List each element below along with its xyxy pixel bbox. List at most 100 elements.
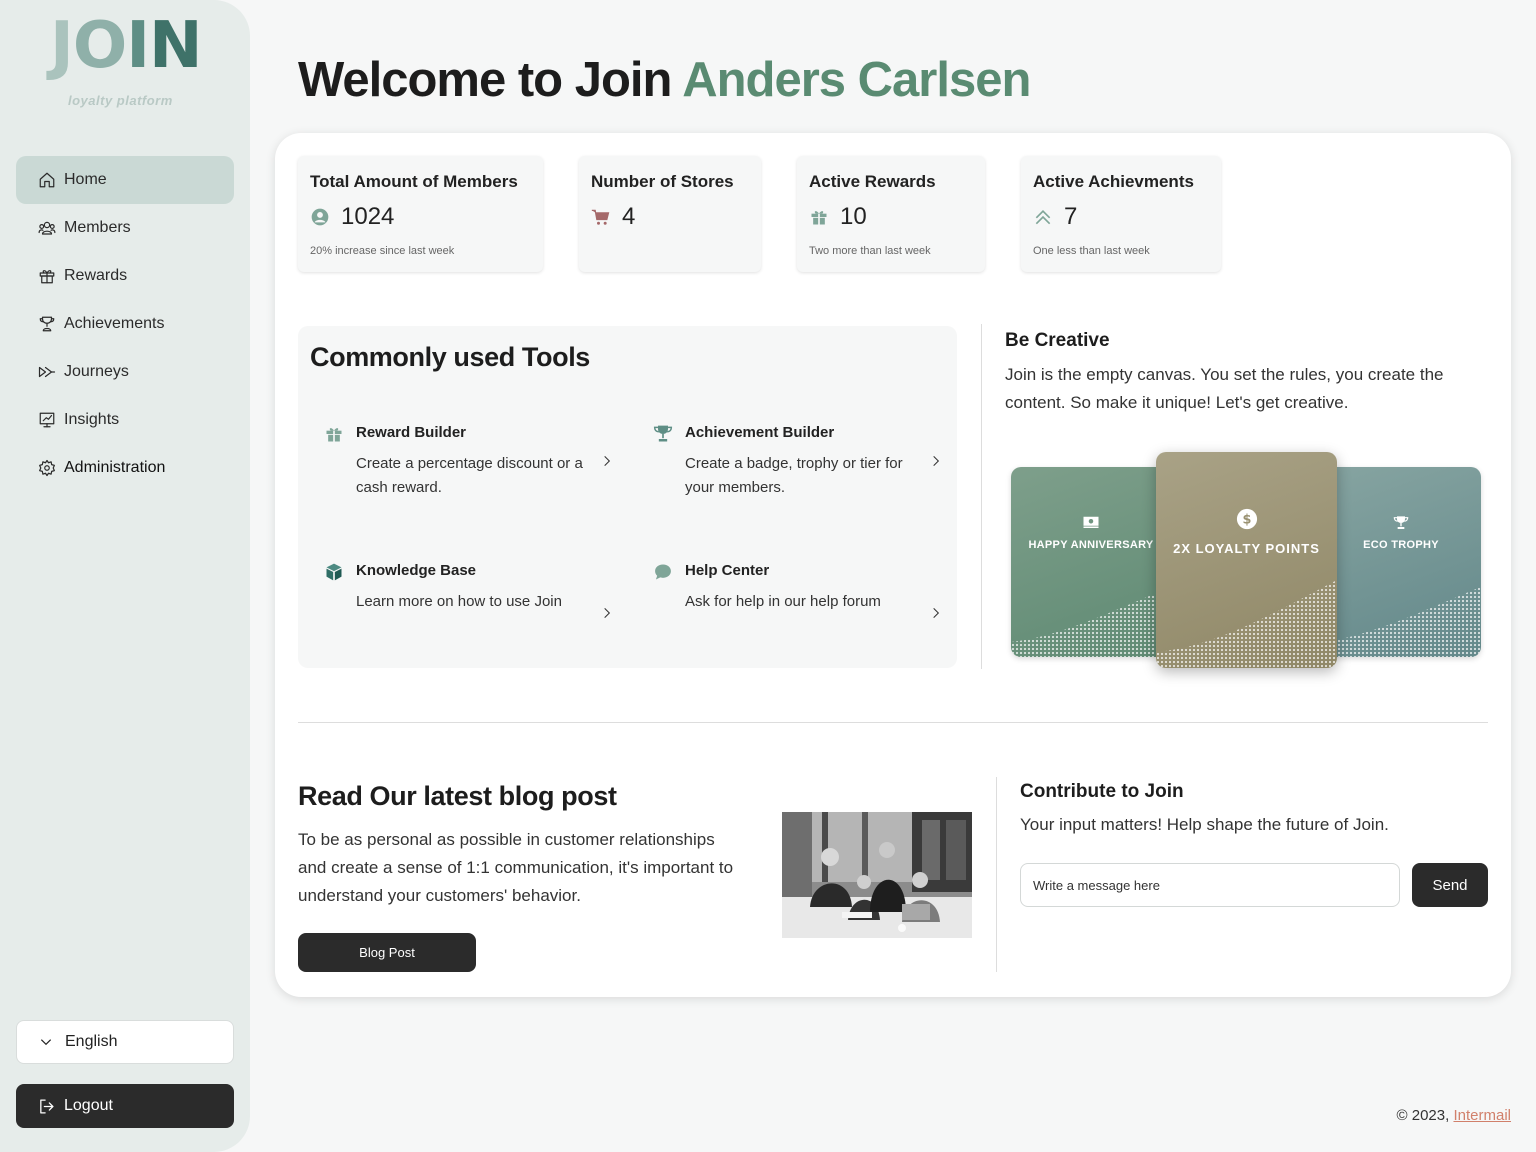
stat-card-members: Total Amount of Members 1024 20% increas… xyxy=(298,156,543,272)
dollar-coin-icon: $ xyxy=(1236,508,1258,535)
stat-note: 20% increase since last week xyxy=(310,245,455,257)
tool-help-center[interactable]: Help Center Ask for help in our help for… xyxy=(653,562,943,622)
svg-text:$: $ xyxy=(1242,513,1251,528)
sidebar-item-rewards[interactable]: Rewards xyxy=(16,252,234,300)
chevron-right-icon xyxy=(600,606,614,620)
tool-name: Knowledge Base xyxy=(356,562,477,579)
chevron-down-icon xyxy=(40,1039,52,1046)
stat-card-achievements: Active Achievments 7 One less than last … xyxy=(1021,156,1221,272)
logo-wordmark: JOIN xyxy=(50,14,203,78)
sidebar-item-achievements[interactable]: Achievements xyxy=(16,300,234,348)
journey-icon xyxy=(38,363,56,381)
contribute-text: Your input matters! Help shape the futur… xyxy=(1020,815,1389,834)
stat-title: Active Achievments xyxy=(1033,172,1194,191)
tool-description: Create a badge, trophy or tier for your … xyxy=(685,455,903,496)
stat-value: 1024 xyxy=(341,203,395,230)
language-select[interactable]: English xyxy=(16,1020,234,1064)
gear-icon xyxy=(38,459,56,477)
dot-pattern xyxy=(1321,587,1481,657)
message-input[interactable] xyxy=(1020,863,1400,907)
tool-description: Create a percentage discount or a cash r… xyxy=(356,455,583,496)
sidebar-item-label: Achievements xyxy=(64,315,165,332)
send-button[interactable]: Send xyxy=(1412,863,1488,907)
sidebar-item-journeys[interactable]: Journeys xyxy=(16,348,234,396)
join-logo[interactable]: JOIN loyalty platform xyxy=(48,14,208,114)
reward-card-eco-trophy: ECO TROPHY xyxy=(1321,467,1481,657)
cart-icon xyxy=(591,207,611,227)
gift-icon xyxy=(38,267,56,285)
user-name: Anders Carlsen xyxy=(682,53,1031,107)
logo-letter: O xyxy=(72,9,127,83)
divider xyxy=(981,324,982,669)
section-divider xyxy=(298,722,1488,723)
sidebar-item-label: Insights xyxy=(64,411,120,428)
chevron-right-icon xyxy=(929,454,943,468)
chat-bubble-icon xyxy=(653,562,673,582)
insights-icon xyxy=(38,411,56,429)
sidebar-item-label: Administration xyxy=(64,459,166,476)
tools-title: Commonly used Tools xyxy=(310,342,590,372)
stat-title: Total Amount of Members xyxy=(310,172,518,191)
copyright-text: © 2023, xyxy=(1396,1107,1450,1124)
tool-knowledge-base[interactable]: Knowledge Base Learn more on how to use … xyxy=(324,562,614,622)
tool-reward-builder[interactable]: Reward Builder Create a percentage disco… xyxy=(324,424,614,504)
logout-label: Logout xyxy=(64,1097,113,1114)
reward-cards-showcase: HAPPY ANNIVERSARY ECO TROPHY $ 2X LOYALT… xyxy=(1011,452,1483,670)
blog-post-button[interactable]: Blog Post xyxy=(298,933,476,972)
sidebar-item-label: Home xyxy=(64,171,107,188)
trophy-icon xyxy=(38,315,56,333)
dot-pattern xyxy=(1156,580,1337,668)
gift-icon xyxy=(324,424,344,444)
blog-photo xyxy=(782,812,972,938)
stat-title: Active Rewards xyxy=(809,172,936,191)
members-icon xyxy=(38,219,56,237)
blog-text: To be as personal as possible in custome… xyxy=(298,830,734,905)
footer: © 2023, Intermail xyxy=(1397,1107,1511,1124)
tool-achievement-builder[interactable]: Achievement Builder Create a badge, trop… xyxy=(653,424,943,504)
contribute-title: Contribute to Join xyxy=(1020,781,1184,802)
cube-icon xyxy=(324,562,344,582)
logo-letter: J xyxy=(50,9,74,83)
blog-image[interactable] xyxy=(782,812,972,938)
stat-note: Two more than last week xyxy=(809,245,931,257)
tools-panel: Commonly used Tools Reward Builder Creat… xyxy=(298,326,957,668)
tool-name: Reward Builder xyxy=(356,424,467,441)
sidebar: JOIN loyalty platform Home Members Rewar… xyxy=(0,0,250,1152)
welcome-prefix: Welcome to Join xyxy=(298,53,672,107)
tool-description: Learn more on how to use Join xyxy=(356,593,562,610)
tool-name: Help Center xyxy=(685,562,770,579)
home-icon xyxy=(38,171,56,189)
sidebar-item-home[interactable]: Home xyxy=(16,156,234,204)
sidebar-item-members[interactable]: Members xyxy=(16,204,234,252)
reward-card-label: HAPPY ANNIVERSARY xyxy=(1028,539,1154,551)
sidebar-item-label: Rewards xyxy=(64,267,128,284)
stat-title: Number of Stores xyxy=(591,172,734,191)
sidebar-item-administration[interactable]: Administration xyxy=(16,444,234,492)
reward-card-loyalty-points: $ 2X LOYALTY POINTS xyxy=(1156,452,1337,668)
divider xyxy=(996,777,997,972)
logo-letter: N xyxy=(149,9,203,83)
intermail-link[interactable]: Intermail xyxy=(1453,1107,1511,1124)
creative-text: Join is the empty canvas. You set the ru… xyxy=(1005,365,1444,412)
tool-description: Ask for help in our help forum xyxy=(685,593,881,610)
dot-pattern xyxy=(1011,587,1171,657)
creative-title: Be Creative xyxy=(1005,330,1110,351)
stat-value: 4 xyxy=(622,203,636,230)
stat-value: 7 xyxy=(1064,203,1078,230)
chevron-right-icon xyxy=(600,454,614,468)
sidebar-item-insights[interactable]: Insights xyxy=(16,396,234,444)
logo-letter: I xyxy=(126,9,150,83)
language-label: English xyxy=(65,1033,118,1050)
page-title: Welcome to Join Anders Carlsen xyxy=(298,52,1031,108)
chevrons-up-icon xyxy=(1033,207,1053,227)
stat-value: 10 xyxy=(840,203,867,230)
stat-card-stores: Number of Stores 4 xyxy=(579,156,761,272)
trophy-icon xyxy=(653,424,673,444)
reward-card-label: 2X LOYALTY POINTS xyxy=(1173,541,1320,556)
logout-icon xyxy=(40,1098,54,1114)
reward-card-anniversary: HAPPY ANNIVERSARY xyxy=(1011,467,1171,657)
stat-card-rewards: Active Rewards 10 Two more than last wee… xyxy=(797,156,985,272)
chevron-right-icon xyxy=(929,606,943,620)
sidebar-item-label: Journeys xyxy=(64,363,129,380)
logout-button[interactable]: Logout xyxy=(16,1084,234,1128)
